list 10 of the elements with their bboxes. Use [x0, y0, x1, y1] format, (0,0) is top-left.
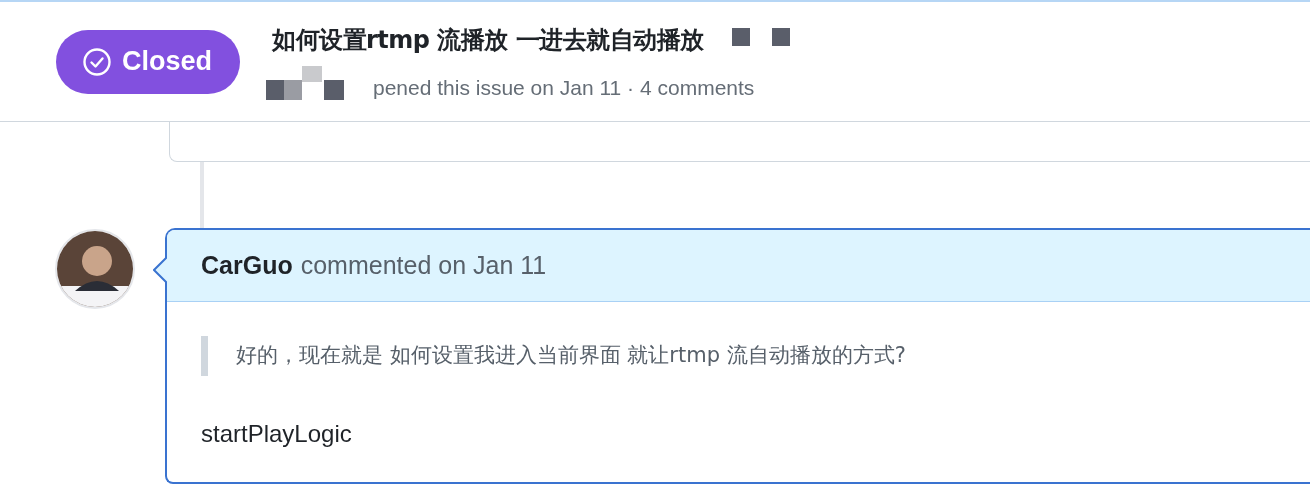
- comment-author[interactable]: CarGuo: [201, 246, 293, 285]
- comment-action: commented on Jan 11: [300, 249, 547, 281]
- redaction-drawing: [731, 27, 792, 48]
- check-circle-icon: [82, 46, 112, 77]
- issue-meta: pened this issue on Jan 11 · 4 comments: [373, 74, 755, 101]
- quote-text: 好的，现在就是 如何设置我进入当前界面 就让rtmp 流自动播放的方式?: [236, 342, 906, 370]
- status-badge: Closed: [56, 29, 240, 94]
- comment-body: startPlayLogic: [201, 419, 353, 449]
- issue-title: 如何设置rtmp 流播放 一进去就自动播放: [272, 24, 704, 56]
- quote-bar: [201, 336, 208, 376]
